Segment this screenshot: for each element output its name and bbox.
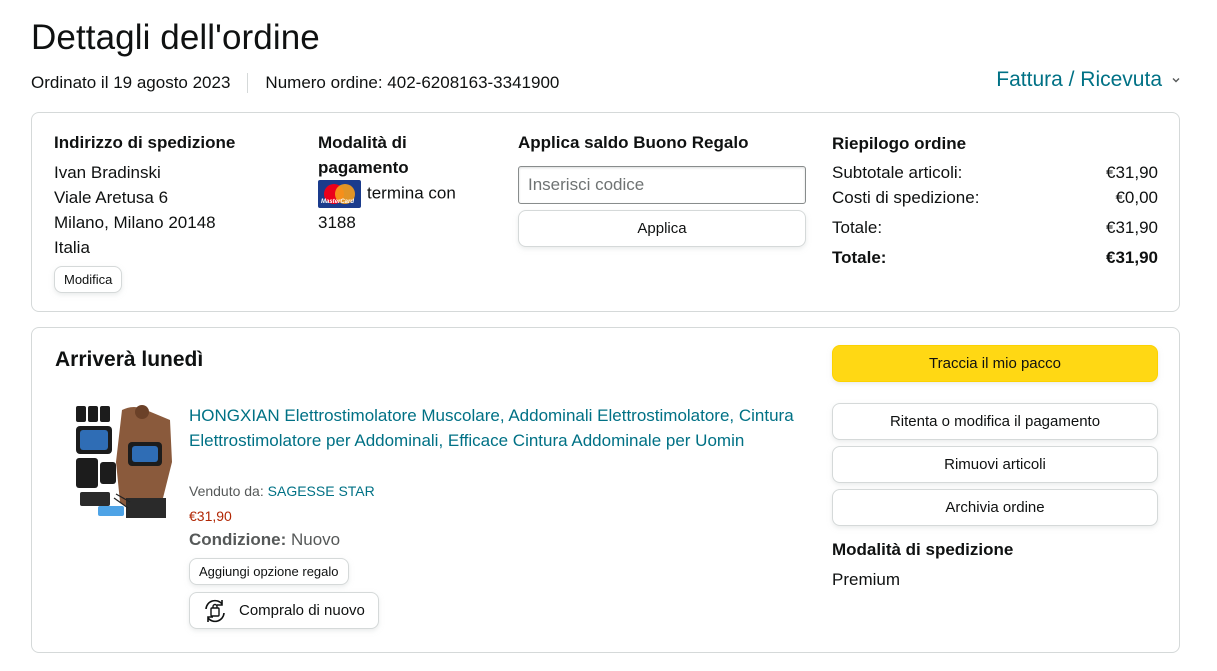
summary-row: Costi di spedizione: €0,00 bbox=[832, 188, 1158, 207]
summary-heading: Riepilogo ordine bbox=[832, 134, 967, 153]
payment-last-digits: 3188 bbox=[318, 213, 356, 232]
remove-items-button[interactable]: Rimuovi articoli bbox=[832, 446, 1158, 483]
invoice-link-label: Fattura / Ricevuta bbox=[996, 68, 1162, 91]
payment-card-row: MasterCard termina con bbox=[318, 180, 456, 208]
delivery-status: Arriverà lunedì bbox=[55, 348, 204, 371]
sold-by: Venduto da: SAGESSE STAR bbox=[189, 483, 375, 499]
add-gift-option-button[interactable]: Aggiungi opzione regalo bbox=[189, 558, 349, 585]
payment-heading-line1: Modalità di bbox=[318, 133, 407, 152]
chevron-down-icon bbox=[1172, 78, 1180, 83]
buy-again-icon bbox=[205, 599, 225, 622]
invoice-dropdown[interactable]: Fattura / Ricevuta bbox=[996, 68, 1181, 92]
retry-payment-button[interactable]: Ritenta o modifica il pagamento bbox=[832, 403, 1158, 440]
address-street: Viale Aretusa 6 bbox=[54, 188, 169, 207]
product-price: €31,90 bbox=[189, 508, 232, 524]
buy-again-button[interactable]: Compralo di nuovo bbox=[189, 592, 379, 629]
divider bbox=[247, 73, 249, 93]
address-city: Milano, Milano 20148 bbox=[54, 213, 216, 232]
gift-card-heading: Applica saldo Buono Regalo bbox=[518, 133, 749, 152]
summary-grand-total: Totale: €31,90 bbox=[832, 248, 1158, 267]
buy-again-label: Compralo di nuovo bbox=[239, 602, 365, 619]
summary-row: Totale: €31,90 bbox=[832, 218, 1158, 237]
apply-gift-button[interactable]: Applica bbox=[518, 210, 806, 247]
payment-heading-line2: pagamento bbox=[318, 158, 409, 177]
seller-link[interactable]: SAGESSE STAR bbox=[268, 483, 375, 499]
product-condition: Condizione: Nuovo bbox=[189, 530, 341, 549]
order-info-card: Indirizzo di spedizione Ivan Bradinski V… bbox=[31, 112, 1180, 312]
product-title-link[interactable]: HONGXIAN Elettrostimolatore Muscolare, A… bbox=[189, 403, 809, 453]
shipment-card: Arriverà lunedì HONGXIAN Elettrostimolat… bbox=[31, 327, 1180, 653]
page-title: Dettagli dell'ordine bbox=[31, 18, 320, 57]
summary-row: Subtotale articoli: €31,90 bbox=[832, 163, 1158, 182]
mastercard-icon: MasterCard bbox=[318, 180, 361, 208]
edit-address-button[interactable]: Modifica bbox=[54, 266, 123, 293]
order-date: Ordinato il 19 agosto 2023 bbox=[31, 73, 231, 92]
gift-code-input[interactable] bbox=[518, 166, 806, 204]
shipping-method-value: Premium bbox=[832, 570, 901, 589]
order-meta: Ordinato il 19 agosto 2023 Numero ordine… bbox=[31, 73, 559, 93]
shipping-method-heading: Modalità di spedizione bbox=[832, 540, 1014, 559]
payment-ending-text: termina con bbox=[367, 183, 456, 203]
order-number: Numero ordine: 402-6208163-3341900 bbox=[265, 73, 560, 92]
shipping-address-heading: Indirizzo di spedizione bbox=[54, 133, 236, 152]
archive-order-button[interactable]: Archivia ordine bbox=[832, 489, 1158, 526]
address-name: Ivan Bradinski bbox=[54, 163, 161, 182]
product-image[interactable] bbox=[72, 402, 174, 520]
track-package-button[interactable]: Traccia il mio pacco bbox=[832, 345, 1158, 382]
address-country: Italia bbox=[54, 238, 90, 257]
